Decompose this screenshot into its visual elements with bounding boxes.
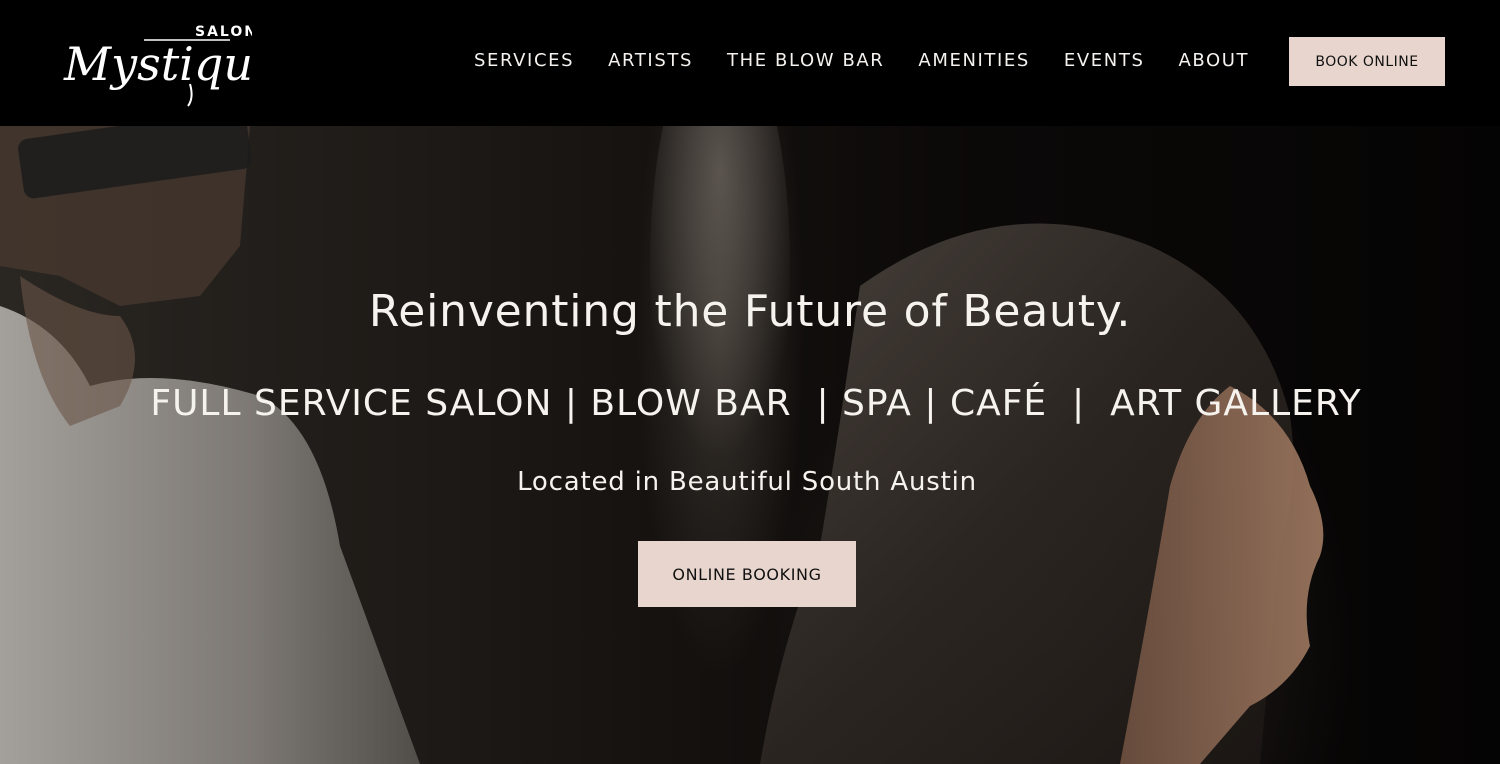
nav-item-about[interactable]: ABOUT bbox=[1178, 50, 1249, 71]
nav-item-blow-bar[interactable]: THE BLOW BAR bbox=[727, 50, 884, 71]
hero-headline: Reinventing the Future of Beauty. bbox=[368, 286, 1132, 337]
hero-background-image bbox=[0, 126, 1324, 764]
salon-mystique-logo[interactable]: SALON Mystique bbox=[62, 18, 252, 108]
hero-section: Reinventing the Future of Beauty. FULL S… bbox=[0, 126, 1500, 764]
nav-item-events[interactable]: EVENTS bbox=[1064, 50, 1145, 71]
hero-services-line: FULL SERVICE SALON | BLOW BAR | SPA | CA… bbox=[150, 383, 1362, 424]
book-online-button[interactable]: BOOK ONLINE bbox=[1289, 37, 1445, 86]
page: SALON Mystique SERVICES ARTISTS THE BLOW… bbox=[0, 0, 1500, 764]
hero-location: Located in Beautiful South Austin bbox=[517, 467, 977, 497]
nav-item-amenities[interactable]: AMENITIES bbox=[918, 50, 1030, 71]
online-booking-button[interactable]: ONLINE BOOKING bbox=[638, 541, 856, 607]
logo-icon: SALON Mystique bbox=[63, 24, 252, 107]
main-nav: SERVICES ARTISTS THE BLOW BAR AMENITIES … bbox=[474, 48, 1249, 72]
site-header: SALON Mystique SERVICES ARTISTS THE BLOW… bbox=[0, 0, 1500, 126]
logo-script-text: Mystique bbox=[63, 37, 252, 91]
nav-item-artists[interactable]: ARTISTS bbox=[608, 50, 693, 71]
nav-item-services[interactable]: SERVICES bbox=[474, 50, 574, 71]
